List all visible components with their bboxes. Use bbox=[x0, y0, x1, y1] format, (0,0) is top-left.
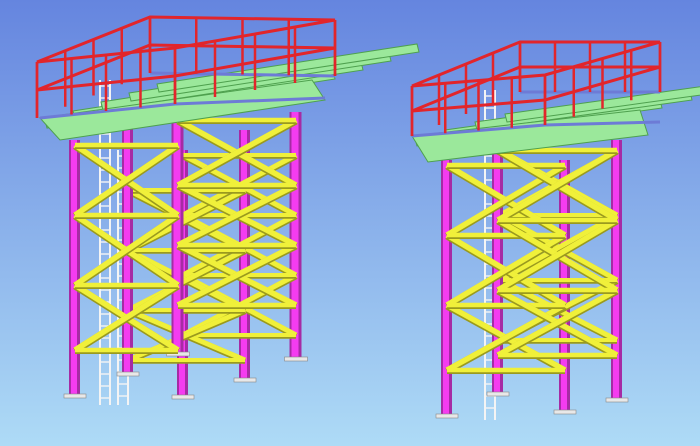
base-plate bbox=[171, 394, 195, 400]
scene-canvas[interactable] bbox=[0, 0, 700, 446]
column-front-flange bbox=[441, 160, 443, 414]
base-plate bbox=[116, 371, 140, 377]
column-back-flange bbox=[611, 140, 613, 398]
column-back-shade bbox=[567, 160, 570, 410]
column-front-shade bbox=[77, 140, 80, 394]
base-plate bbox=[605, 397, 629, 403]
column-back-shade bbox=[298, 112, 302, 357]
column-front-shade bbox=[449, 160, 452, 414]
column-front-flange bbox=[69, 140, 71, 394]
base-plate bbox=[233, 377, 257, 383]
base-plate bbox=[63, 393, 87, 399]
column-front-flange bbox=[171, 105, 174, 352]
column-back-flange bbox=[289, 112, 292, 357]
column-front-shade bbox=[180, 105, 184, 352]
column-back-shade bbox=[619, 140, 622, 398]
base-plate bbox=[553, 409, 577, 415]
base-plate bbox=[435, 413, 459, 419]
3d-model-viewport[interactable] bbox=[0, 0, 700, 446]
base-plate bbox=[486, 391, 510, 397]
base-plate bbox=[284, 356, 308, 362]
